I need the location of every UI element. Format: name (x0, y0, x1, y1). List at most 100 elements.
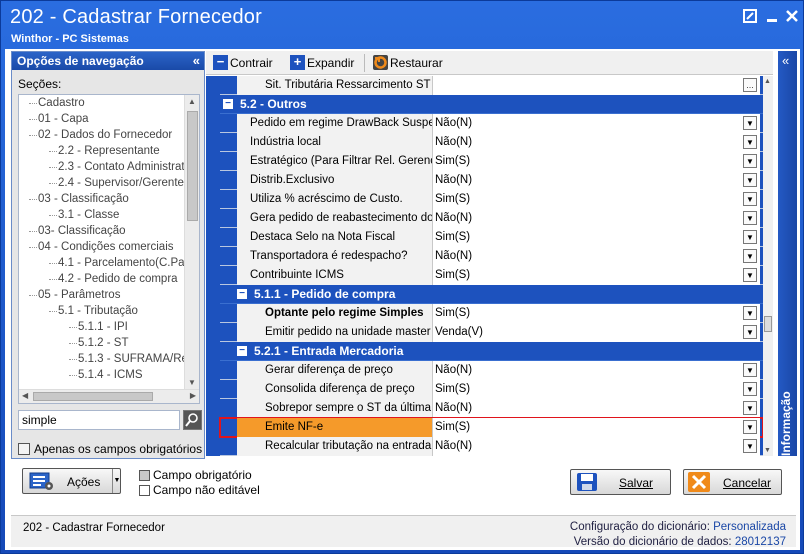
hscroll-thumb[interactable] (33, 392, 153, 401)
grid-row[interactable]: Sit. Tributária Ressarcimento ST… (220, 76, 763, 95)
grid-row[interactable]: Contribuinte ICMS Sim(S) ▼ (220, 266, 763, 285)
tree-item[interactable]: 2.4 - Supervisor/Gerente (19, 175, 185, 191)
collapse-section-icon[interactable]: − (223, 99, 233, 109)
dropdown-arrow-icon[interactable]: ▼ (743, 192, 757, 206)
grid-section-header[interactable]: −5.2.1 - Entrada Mercadoria (220, 342, 763, 361)
restore-icon[interactable] (741, 9, 759, 25)
tree-item[interactable]: 5.1 - Tributação (19, 303, 185, 319)
field-value[interactable]: Não(N) ▼ (433, 437, 760, 456)
dropdown-arrow-icon[interactable]: ▼ (743, 249, 757, 263)
tree-item[interactable]: 02 - Dados do Fornecedor (19, 127, 185, 143)
info-panel[interactable]: « Informação (778, 51, 797, 456)
field-value[interactable]: Sim(S) ▼ (433, 380, 760, 399)
close-icon[interactable] (783, 9, 801, 25)
field-value[interactable]: Sim(S) ▼ (433, 266, 760, 285)
tree-item[interactable]: Cadastro (19, 95, 185, 111)
expand-panel-icon[interactable]: « (782, 53, 789, 68)
grid-row[interactable]: Distrib.Exclusivo Não(N) ▼ (220, 171, 763, 190)
grid-row[interactable]: Gerar diferença de preço Não(N) ▼ (220, 361, 763, 380)
dropdown-arrow-icon[interactable]: ▼ (743, 230, 757, 244)
scroll-thumb[interactable] (187, 111, 198, 221)
grid-row[interactable]: Consolida diferença de preço Sim(S) ▼ (220, 380, 763, 399)
tree-item[interactable]: 03- Classificação (19, 223, 185, 239)
dropdown-arrow-icon[interactable]: ▼ (743, 135, 757, 149)
grid-row[interactable]: Recalcular tributação na entrada Não(N) ▼ (220, 437, 763, 456)
field-value[interactable]: Não(N) ▼ (433, 247, 760, 266)
expand-button[interactable]: + Expandir (290, 55, 354, 70)
only-required-checkbox[interactable]: Apenas os campos obrigatórios (18, 442, 202, 456)
dropdown-arrow-icon[interactable]: ▼ (743, 382, 757, 396)
search-button[interactable] (183, 410, 202, 430)
field-value[interactable]: Sim(S) ▼ (433, 228, 760, 247)
tree-item[interactable]: 05 - Parâmetros (19, 287, 185, 303)
dropdown-arrow-icon[interactable]: ▼ (743, 401, 757, 415)
field-value[interactable]: Não(N) ▼ (433, 171, 760, 190)
collapse-button[interactable]: − Contrair (213, 55, 273, 70)
tree-item[interactable]: 03 - Classificação (19, 191, 185, 207)
field-value[interactable]: … (433, 76, 760, 95)
grid-scrollbar[interactable]: ▲ ▼ (763, 76, 773, 456)
search-input[interactable]: simple (18, 410, 180, 430)
collapse-section-icon[interactable]: − (237, 289, 247, 299)
scroll-down-icon[interactable]: ▼ (188, 378, 196, 387)
save-button[interactable]: Salvar (570, 469, 671, 495)
tree-item[interactable]: 5.1.2 - ST (19, 335, 185, 351)
grid-row[interactable]: Pedido em regime DrawBack SuspensãoNão(N… (220, 114, 763, 133)
cancel-button[interactable]: Cancelar (683, 469, 782, 495)
grid-row[interactable]: Transportadora é redespacho? Não(N) ▼ (220, 247, 763, 266)
dropdown-arrow-icon[interactable]: ▼ (743, 363, 757, 377)
tree-vertical-scrollbar[interactable]: ▲ ▼ (184, 95, 199, 389)
scroll-up-icon[interactable]: ▲ (188, 97, 196, 106)
grid-row[interactable]: Optante pelo regime Simples Sim(S) ▼ (220, 304, 763, 323)
ellipsis-button[interactable]: … (743, 78, 757, 92)
field-value[interactable]: Sim(S) ▼ (433, 304, 760, 323)
actions-button[interactable]: Ações ▼ (22, 468, 121, 494)
field-value[interactable]: Sim(S) ▼ (433, 418, 760, 437)
grid-row[interactable]: Sobrepor sempre o ST da última entradaNã… (220, 399, 763, 418)
tree-horizontal-scrollbar[interactable]: ◀ ▶ (19, 389, 199, 403)
dropdown-arrow-icon[interactable]: ▼ (743, 325, 757, 339)
collapse-panel-icon[interactable]: « (193, 53, 200, 68)
grid-row[interactable]: Estratégico (Para Filtrar Rel. Gerenciai… (220, 152, 763, 171)
grid-row[interactable]: Utiliza % acréscimo de Custo. Sim(S) ▼ (220, 190, 763, 209)
grid-scroll-thumb[interactable] (764, 316, 772, 332)
field-value[interactable]: Sim(S) ▼ (433, 190, 760, 209)
tree-item[interactable]: 4.2 - Pedido de compra (19, 271, 185, 287)
tree-item[interactable]: 2.3 - Contato Administrativo (19, 159, 185, 175)
grid-row[interactable]: Emitir pedido na unidade master Venda(V) ▼ (220, 323, 763, 342)
tree-item[interactable]: 4.1 - Parcelamento(C.Pagamento) (19, 255, 185, 271)
dropdown-arrow-icon[interactable]: ▼ (743, 420, 757, 434)
grid-row[interactable]: Gera pedido de reabastecimento do Não(N) ▼ (220, 209, 763, 228)
dropdown-arrow-icon[interactable]: ▼ (743, 173, 757, 187)
field-value[interactable]: Não(N) ▼ (433, 361, 760, 380)
field-value[interactable]: Não(N) ▼ (433, 399, 760, 418)
dropdown-arrow-icon[interactable]: ▼ (743, 268, 757, 282)
field-value[interactable]: Não(N) ▼ (433, 114, 760, 133)
scroll-left-icon[interactable]: ◀ (22, 391, 28, 400)
dropdown-arrow-icon[interactable]: ▼ (743, 116, 757, 130)
field-value[interactable]: Venda(V) ▼ (433, 323, 760, 342)
tree-item[interactable]: 5.1.4 - ICMS (19, 367, 185, 383)
grid-row[interactable]: Destaca Selo na Nota Fiscal Sim(S) ▼ (220, 228, 763, 247)
scroll-up-icon[interactable]: ▲ (764, 78, 771, 85)
minimize-icon[interactable] (763, 9, 781, 25)
tree-item[interactable]: 01 - Capa (19, 111, 185, 127)
grid-section-header[interactable]: −5.1.1 - Pedido de compra (220, 285, 763, 304)
grid-row[interactable]: Emite NF-e Sim(S) ▼ (219, 417, 764, 438)
field-value[interactable]: Sim(S) ▼ (433, 152, 760, 171)
tree-item[interactable]: 5.1.3 - SUFRAMA/Repasse (19, 351, 185, 367)
field-value[interactable]: Não(N) ▼ (433, 133, 760, 152)
restore-button[interactable]: Restaurar (373, 55, 443, 70)
collapse-section-icon[interactable]: − (237, 346, 247, 356)
checkbox-box[interactable] (18, 443, 30, 455)
tree-item[interactable]: 04 - Condições comerciais (19, 239, 185, 255)
scroll-right-icon[interactable]: ▶ (190, 391, 196, 400)
grid-section-header[interactable]: −5.2 - Outros (220, 95, 763, 114)
dropdown-arrow-icon[interactable]: ▼ (743, 211, 757, 225)
tree-item[interactable]: 2.2 - Representante (19, 143, 185, 159)
tree-item[interactable]: 5.1.1 - IPI (19, 319, 185, 335)
dropdown-arrow-icon[interactable]: ▼ (743, 306, 757, 320)
dropdown-arrow-icon[interactable]: ▼ (743, 439, 757, 453)
field-value[interactable]: Não(N) ▼ (433, 209, 760, 228)
grid-row[interactable]: Indústria local Não(N) ▼ (220, 133, 763, 152)
